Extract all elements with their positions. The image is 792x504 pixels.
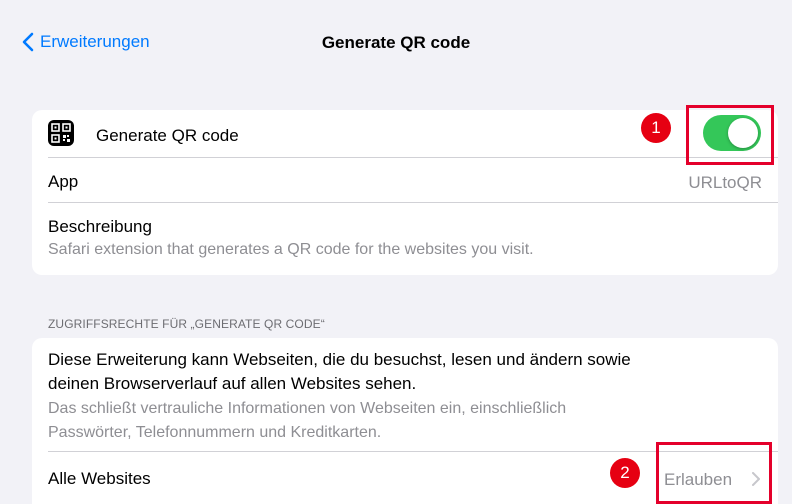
app-row: App URLtoQR [32, 158, 778, 203]
description-label: Beschreibung [48, 217, 152, 236]
highlight-box-toggle [686, 105, 774, 165]
section-header: ZUGRIFFSRECHTE FÜR „GENERATE QR CODE“ [48, 317, 325, 331]
extension-name: Generate QR code [96, 126, 239, 145]
page-title: Generate QR code [321, 33, 471, 52]
description-text: Safari extension that generates a QR cod… [48, 241, 534, 258]
permissions-sub2: Passwörter, Telefonnummern und Kreditkar… [48, 424, 382, 441]
permissions-line1: Diese Erweiterung kann Webseiten, die du… [48, 350, 631, 369]
qr-code-icon [48, 120, 74, 146]
highlight-box-allow [656, 442, 772, 504]
navigation-bar: Erweiterungen Generate QR code [0, 0, 792, 88]
annotation-badge-2: 2 [610, 458, 640, 488]
permissions-sub1: Das schließt vertrauliche Informationen … [48, 400, 567, 417]
description-row: Beschreibung Safari extension that gener… [32, 203, 778, 275]
permissions-line2: deinen Browserverlauf auf allen Websites… [48, 374, 417, 393]
app-label: App [48, 172, 79, 191]
app-value: URLtoQR [688, 173, 762, 192]
all-websites-label: Alle Websites [48, 469, 151, 488]
annotation-badge-1: 1 [641, 113, 671, 143]
permissions-description: Diese Erweiterung kann Webseiten, die du… [32, 338, 778, 452]
